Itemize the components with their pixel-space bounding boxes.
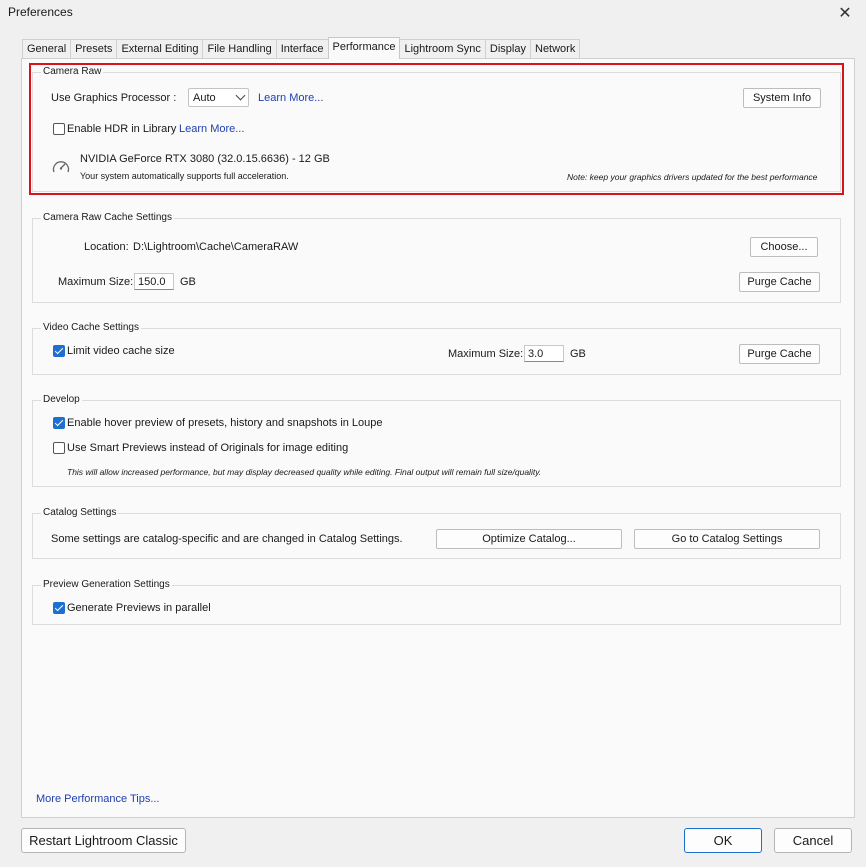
preview-title: Preview Generation Settings	[41, 579, 172, 590]
cache-title: Camera Raw Cache Settings	[41, 212, 174, 223]
choose-button[interactable]: Choose...	[750, 237, 818, 257]
cache-max-size-label: Maximum Size:	[58, 276, 134, 288]
ok-button[interactable]: OK	[684, 828, 762, 853]
title-bar: Preferences ✕	[0, 0, 866, 28]
cache-max-size-input[interactable]: 150.0	[134, 273, 174, 290]
video-max-size-input[interactable]: 3.0	[524, 345, 564, 362]
tab-lightroom-sync[interactable]: Lightroom Sync	[399, 39, 486, 59]
performance-tips-link[interactable]: More Performance Tips...	[36, 793, 160, 805]
cache-location-label: Location:	[84, 241, 129, 253]
catalog-title: Catalog Settings	[41, 507, 119, 518]
video-purge-cache-button[interactable]: Purge Cache	[739, 344, 820, 364]
tab-display[interactable]: Display	[484, 39, 531, 59]
hover-preview-label: Enable hover preview of presets, history…	[67, 417, 383, 429]
purge-cache-button[interactable]: Purge Cache	[739, 272, 820, 292]
window-title: Preferences	[8, 5, 73, 19]
cache-max-size-unit: GB	[180, 276, 196, 288]
tab-general[interactable]: General	[22, 39, 72, 59]
parallel-previews-label: Generate Previews in parallel	[67, 602, 211, 614]
parallel-previews-checkbox[interactable]	[53, 602, 65, 614]
limit-video-cache-label: Limit video cache size	[67, 345, 175, 357]
tab-bar: General Presets External Editing File Ha…	[22, 37, 581, 59]
restart-lightroom-button[interactable]: Restart Lightroom Classic	[21, 828, 186, 853]
limit-video-cache-checkbox[interactable]	[53, 345, 65, 357]
tab-presets[interactable]: Presets	[70, 39, 118, 59]
tab-external-editing[interactable]: External Editing	[116, 39, 204, 59]
tab-performance[interactable]: Performance	[327, 37, 401, 59]
video-cache-title: Video Cache Settings	[41, 322, 141, 333]
optimize-catalog-button[interactable]: Optimize Catalog...	[436, 529, 622, 549]
go-to-catalog-settings-button[interactable]: Go to Catalog Settings	[634, 529, 820, 549]
tab-file-handling[interactable]: File Handling	[202, 39, 277, 59]
smart-previews-checkbox[interactable]	[53, 442, 65, 454]
hover-preview-checkbox[interactable]	[53, 417, 65, 429]
tab-network[interactable]: Network	[530, 39, 581, 59]
video-max-size-label: Maximum Size:	[448, 348, 524, 360]
close-icon[interactable]: ✕	[834, 3, 856, 25]
smart-previews-label: Use Smart Previews instead of Originals …	[67, 442, 349, 454]
cancel-button[interactable]: Cancel	[774, 828, 852, 853]
cache-location-value: D:\Lightroom\Cache\CameraRAW	[133, 241, 299, 253]
smart-previews-note: This will allow increased performance, b…	[67, 467, 542, 477]
tab-interface[interactable]: Interface	[275, 39, 329, 59]
catalog-description: Some settings are catalog-specific and a…	[51, 533, 403, 545]
highlight-box	[29, 63, 844, 195]
video-max-size-unit: GB	[570, 348, 586, 360]
develop-title: Develop	[41, 394, 82, 405]
